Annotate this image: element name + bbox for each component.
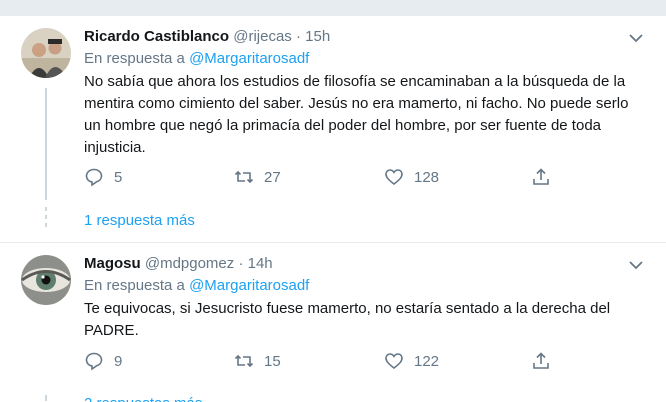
tweet[interactable]: Ricardo Castiblanco @rijecas · 15h En re… xyxy=(0,16,666,243)
tweet-header: Magosu @mdpgomez · 14h xyxy=(84,255,273,272)
chevron-down-icon[interactable] xyxy=(628,257,644,273)
tweet-text: No sabía que ahora los estudios de filos… xyxy=(84,73,629,156)
tweet-actions: 9 15 122 xyxy=(84,351,564,373)
tweet-text: Te equivocas, si Jesucristo fuese mamert… xyxy=(84,300,611,339)
like-icon xyxy=(385,169,403,186)
avatar[interactable] xyxy=(21,28,71,78)
reply-count: 9 xyxy=(114,352,123,370)
reply-context: En respuesta a @Margaritarosadf xyxy=(84,50,309,67)
reply-context: En respuesta a @Margaritarosadf xyxy=(84,277,309,294)
like-icon xyxy=(385,353,403,370)
reply-prefix: En respuesta a xyxy=(84,50,185,67)
reply-button[interactable]: 5 xyxy=(84,167,122,187)
timestamp[interactable]: 14h xyxy=(248,255,273,272)
reply-icon xyxy=(85,168,103,187)
tweet-actions: 5 27 128 xyxy=(84,167,564,189)
share-button[interactable] xyxy=(531,351,561,371)
thread-dots xyxy=(45,207,47,231)
share-icon xyxy=(533,352,549,369)
author-handle[interactable]: @mdpgomez xyxy=(145,255,234,272)
author-name[interactable]: Magosu xyxy=(84,255,141,272)
share-icon xyxy=(533,168,549,185)
chevron-down-icon[interactable] xyxy=(628,30,644,46)
reply-mention[interactable]: @Margaritarosadf xyxy=(189,50,309,67)
thread-dots xyxy=(45,395,47,401)
avatar[interactable] xyxy=(21,255,71,305)
like-button[interactable]: 122 xyxy=(384,351,439,371)
author-name[interactable]: Ricardo Castiblanco xyxy=(84,28,229,45)
more-replies-link[interactable]: 2 respuestas más xyxy=(84,396,202,402)
thread-line xyxy=(45,88,47,200)
reply-prefix: En respuesta a xyxy=(84,277,185,294)
retweet-button[interactable]: 15 xyxy=(234,351,281,371)
reply-icon xyxy=(85,352,103,371)
tweet-header: Ricardo Castiblanco @rijecas · 15h xyxy=(84,28,330,45)
retweet-count: 15 xyxy=(264,352,281,370)
reply-button[interactable]: 9 xyxy=(84,351,122,371)
like-button[interactable]: 128 xyxy=(384,167,439,187)
author-handle[interactable]: @rijecas xyxy=(233,28,292,45)
retweet-button[interactable]: 27 xyxy=(234,167,281,187)
more-replies-link[interactable]: 1 respuesta más xyxy=(84,212,195,229)
reply-count: 5 xyxy=(114,168,123,186)
separator: · xyxy=(238,255,244,272)
like-count: 128 xyxy=(414,168,440,186)
top-divider xyxy=(0,0,666,16)
separator: · xyxy=(295,28,301,45)
like-count: 122 xyxy=(414,352,440,370)
share-button[interactable] xyxy=(531,167,561,187)
reply-mention[interactable]: @Margaritarosadf xyxy=(189,277,309,294)
twitter-thread: Ricardo Castiblanco @rijecas · 15h En re… xyxy=(0,0,666,402)
retweet-count: 27 xyxy=(264,168,281,186)
timestamp[interactable]: 15h xyxy=(305,28,330,45)
retweet-icon xyxy=(234,170,254,184)
tweet[interactable]: Magosu @mdpgomez · 14h En respuesta a @M… xyxy=(0,243,666,402)
retweet-icon xyxy=(234,354,254,368)
